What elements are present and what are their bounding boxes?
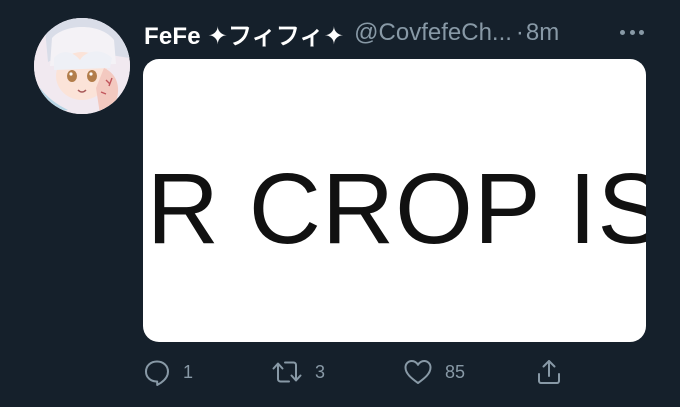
retweet-button[interactable]: 3 bbox=[271, 356, 325, 388]
more-icon[interactable] bbox=[620, 27, 644, 37]
reply-icon bbox=[145, 360, 169, 386]
retweet-count: 3 bbox=[315, 361, 326, 382]
reply-button[interactable]: 1 bbox=[143, 356, 193, 388]
heart-icon bbox=[404, 360, 432, 384]
separator-dot: · bbox=[515, 19, 524, 46]
avatar-image bbox=[34, 18, 130, 114]
timestamp[interactable]: 8m bbox=[526, 19, 559, 47]
tweet-header: FeFe ✦フィフィ✦ @CovfefeCh... · 8m bbox=[144, 16, 664, 50]
retweet-icon bbox=[272, 361, 302, 383]
tweet: FeFe ✦フィフィ✦ @CovfefeCh... · 8m ER CROP I… bbox=[0, 0, 680, 407]
media-image-text: ER CROP IS bbox=[143, 153, 646, 265]
action-bar: 1 3 85 bbox=[143, 356, 583, 388]
display-name[interactable]: FeFe ✦フィフィ✦ bbox=[144, 16, 344, 51]
user-handle[interactable]: @CovfefeCh... bbox=[354, 19, 512, 47]
share-icon bbox=[538, 360, 560, 384]
avatar[interactable] bbox=[34, 18, 130, 114]
like-button[interactable]: 85 bbox=[403, 356, 465, 388]
share-button[interactable] bbox=[535, 356, 563, 388]
tweet-media-image[interactable]: ER CROP IS bbox=[143, 59, 646, 342]
reply-count: 1 bbox=[183, 361, 194, 382]
like-count: 85 bbox=[445, 361, 466, 382]
